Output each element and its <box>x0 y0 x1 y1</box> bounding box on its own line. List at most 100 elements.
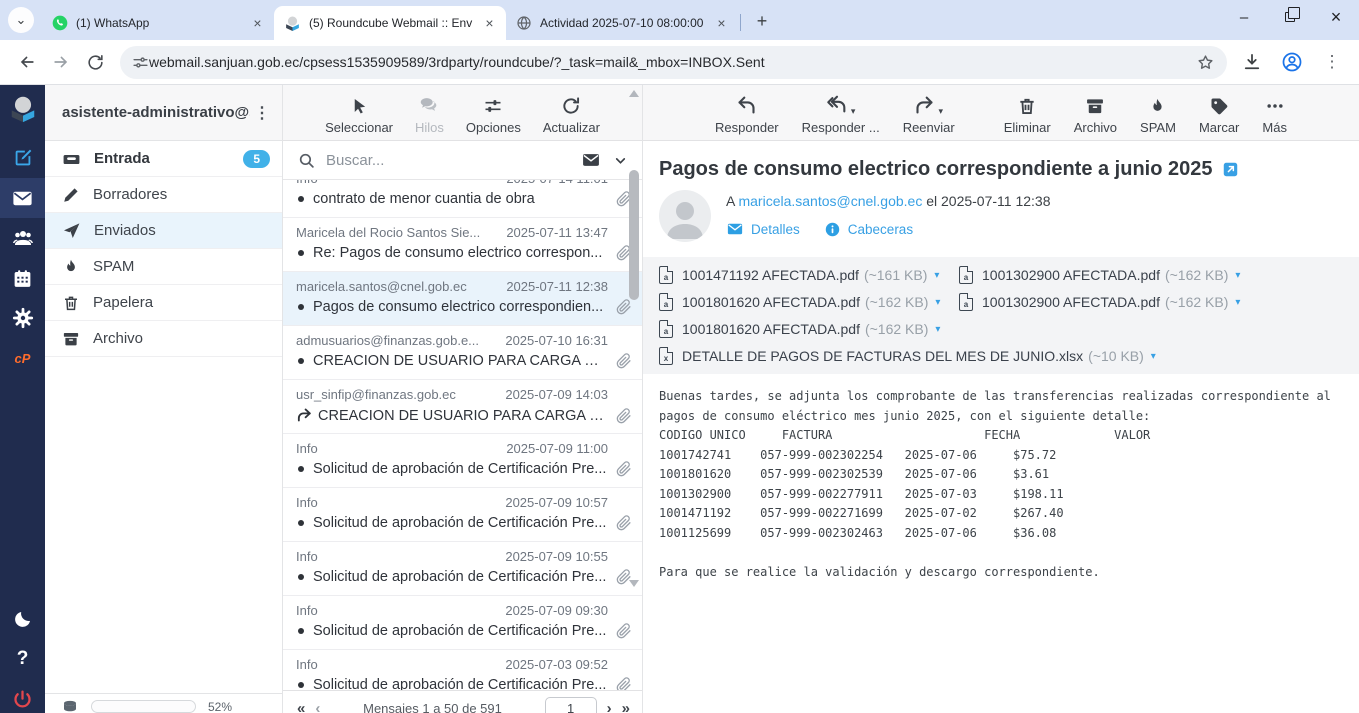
delete-button[interactable]: Eliminar <box>1004 94 1051 140</box>
tab-roundcube[interactable]: (5) Roundcube Webmail :: Envia × <box>274 6 506 40</box>
message-list-item[interactable]: Info 2025-07-09 11:00 Solicitud de aprob… <box>283 434 642 488</box>
attachment-item[interactable]: a 1001801620 AFECTADA.pdf (~162 KB) ▾ <box>659 320 959 338</box>
settings-button[interactable] <box>0 298 45 338</box>
calendar-button[interactable] <box>0 258 45 298</box>
search-scope[interactable] <box>581 150 627 170</box>
refresh-button[interactable]: Actualizar <box>543 94 600 140</box>
more-button[interactable]: Más <box>1262 94 1287 140</box>
power-icon <box>12 689 33 710</box>
flame-icon <box>62 258 80 276</box>
folder-spam[interactable]: SPAM <box>45 249 282 285</box>
dropdown-caret-icon[interactable]: ▾ <box>851 106 856 116</box>
account-menu-button[interactable]: ⋮ <box>250 103 274 123</box>
next-page-button[interactable]: › <box>607 700 612 713</box>
tab-close-button[interactable]: × <box>249 15 266 32</box>
globe-icon <box>516 15 532 31</box>
folder-archivo[interactable]: Archivo <box>45 321 282 357</box>
recipient-address-link[interactable]: maricela.santos@cnel.gob.ec <box>738 193 922 209</box>
attachment-menu-caret-icon[interactable]: ▾ <box>1235 297 1240 308</box>
attachment-size: (~161 KB) <box>864 267 927 283</box>
page-number-input[interactable]: 1 <box>545 697 597 713</box>
tab-close-button[interactable]: × <box>713 15 730 32</box>
options-button[interactable]: Opciones <box>466 94 521 140</box>
prev-page-button[interactable]: ‹ <box>315 700 320 713</box>
message-list-item[interactable]: Info 2025-07-09 10:55 Solicitud de aprob… <box>283 542 642 596</box>
tab-actividad[interactable]: Actividad 2025-07-10 08:00:00 × <box>506 6 738 40</box>
dark-mode-button[interactable] <box>0 599 45 639</box>
reply-button[interactable]: Responder <box>715 94 779 140</box>
reload-button[interactable] <box>78 45 112 79</box>
list-scrollbar[interactable] <box>627 85 641 595</box>
message-list-item[interactable]: Info 2025-07-03 09:52 Solicitud de aprob… <box>283 650 642 690</box>
folder-enviados[interactable]: Enviados <box>45 213 282 249</box>
new-tab-button[interactable]: + <box>749 8 775 34</box>
tab-search-button[interactable]: ⌄ <box>8 7 34 33</box>
attachment-menu-caret-icon[interactable]: ▾ <box>1235 270 1240 281</box>
mail-scope-icon <box>581 150 601 170</box>
contacts-button[interactable] <box>0 218 45 258</box>
reply-all-button[interactable]: ▾ Responder ... <box>802 94 880 140</box>
scrollbar-thumb[interactable] <box>629 170 639 300</box>
attachment-item[interactable]: x DETALLE DE PAGOS DE FACTURAS DEL MES D… <box>659 347 1156 365</box>
logout-button[interactable] <box>0 679 45 713</box>
attachment-menu-caret-icon[interactable]: ▾ <box>1151 351 1156 362</box>
scroll-up-arrow-icon[interactable] <box>629 90 639 97</box>
folder-borradores[interactable]: Borradores <box>45 177 282 213</box>
minimize-icon: – <box>1240 9 1248 26</box>
help-button[interactable]: ? <box>0 639 45 679</box>
cpanel-button[interactable]: cP <box>0 338 45 378</box>
close-icon: × <box>1331 7 1342 28</box>
bookmark-star-icon[interactable] <box>1196 53 1215 72</box>
tab-close-button[interactable]: × <box>481 15 498 32</box>
attachment-menu-caret-icon[interactable]: ▾ <box>935 297 940 308</box>
dropdown-caret-icon[interactable]: ▾ <box>938 106 943 116</box>
compose-button[interactable] <box>0 138 45 178</box>
message-sender: Maricela del Rocio Santos Sie... <box>296 225 498 240</box>
spam-button[interactable]: SPAM <box>1140 94 1176 140</box>
sender-avatar <box>659 190 711 242</box>
browser-menu-button[interactable]: ⋮ <box>1315 45 1349 79</box>
restore-button[interactable] <box>1267 0 1313 34</box>
address-bar[interactable] <box>120 46 1227 79</box>
mail-nav-button[interactable] <box>0 178 45 218</box>
open-in-new-window-icon[interactable] <box>1222 161 1239 178</box>
select-button[interactable]: Seleccionar <box>325 94 393 140</box>
message-list-item[interactable]: maricela.santos@cnel.gob.ec 2025-07-11 1… <box>283 272 642 326</box>
scroll-down-arrow-icon[interactable] <box>629 580 639 587</box>
mark-button[interactable]: Marcar <box>1199 94 1239 140</box>
back-button[interactable] <box>10 45 44 79</box>
headers-toggle[interactable]: Cabeceras <box>824 220 913 238</box>
downloads-button[interactable] <box>1235 45 1269 79</box>
tab-whatsapp[interactable]: (1) WhatsApp × <box>42 6 274 40</box>
forward-button[interactable]: ▾ Reenviar <box>903 94 955 140</box>
attachment-item[interactable]: a 1001471192 AFECTADA.pdf (~161 KB) ▾ <box>659 266 959 284</box>
archive-button[interactable]: Archivo <box>1074 94 1117 140</box>
attachment-menu-caret-icon[interactable]: ▾ <box>934 270 939 281</box>
message-subject: Solicitud de aprobación de Certificación… <box>313 569 608 585</box>
profile-button[interactable] <box>1275 45 1309 79</box>
message-list-item[interactable]: Info 2025-07-14 11:01 contrato de menor … <box>283 180 642 218</box>
forward-button[interactable] <box>44 45 78 79</box>
first-page-button[interactable]: « <box>297 700 305 713</box>
last-page-button[interactable]: » <box>622 700 630 713</box>
attachment-item[interactable]: a 1001302900 AFECTADA.pdf (~162 KB) ▾ <box>959 293 1259 311</box>
folder-entrada[interactable]: Entrada 5 <box>45 141 282 177</box>
folder-papelera[interactable]: Papelera <box>45 285 282 321</box>
message-list-item[interactable]: Maricela del Rocio Santos Sie... 2025-07… <box>283 218 642 272</box>
attachment-item[interactable]: a 1001302900 AFECTADA.pdf (~162 KB) ▾ <box>959 266 1259 284</box>
attachment-menu-caret-icon[interactable]: ▾ <box>935 324 940 335</box>
search-input[interactable] <box>326 152 581 169</box>
threads-button[interactable]: Hilos <box>415 94 444 140</box>
message-sender: usr_sinfip@finanzas.gob.ec <box>296 387 497 402</box>
details-toggle[interactable]: Detalles <box>726 220 800 238</box>
search-bar <box>283 141 642 180</box>
attachment-item[interactable]: a 1001801620 AFECTADA.pdf (~162 KB) ▾ <box>659 293 959 311</box>
message-list-item[interactable]: Info 2025-07-09 10:57 Solicitud de aprob… <box>283 488 642 542</box>
message-list-item[interactable]: usr_sinfip@finanzas.gob.ec 2025-07-09 14… <box>283 380 642 434</box>
message-list-item[interactable]: Info 2025-07-09 09:30 Solicitud de aprob… <box>283 596 642 650</box>
minimize-button[interactable]: – <box>1221 0 1267 34</box>
url-input[interactable] <box>149 54 1196 70</box>
message-list-item[interactable]: admusuarios@finanzas.gob.e... 2025-07-10… <box>283 326 642 380</box>
close-window-button[interactable]: × <box>1313 0 1359 34</box>
unread-dot-icon <box>298 628 304 634</box>
